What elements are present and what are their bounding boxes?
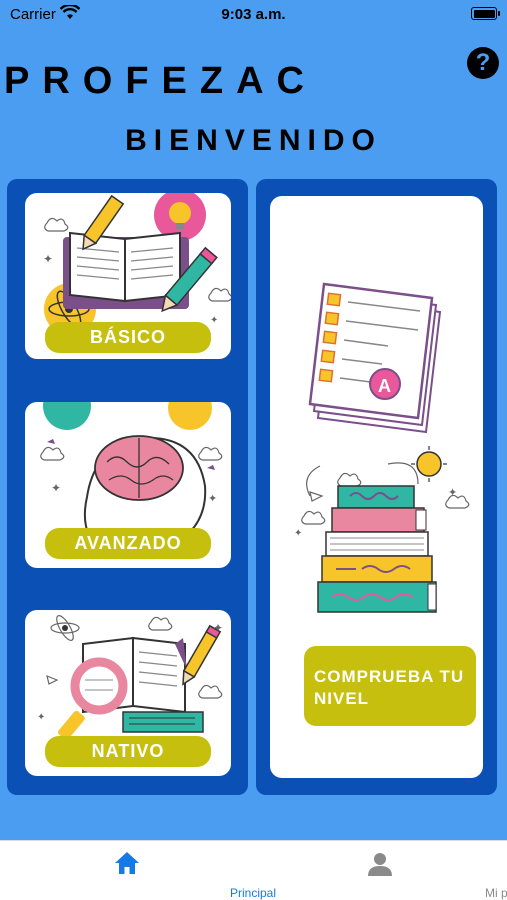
svg-text:✦: ✦ xyxy=(43,252,53,266)
svg-text:✦: ✦ xyxy=(294,528,302,539)
level-button-native[interactable]: NATIVO xyxy=(45,736,211,767)
svg-text:✦: ✦ xyxy=(213,621,223,635)
app-title: PROFEZAC xyxy=(4,60,317,102)
person-icon xyxy=(368,853,392,876)
help-icon[interactable]: ? xyxy=(467,47,499,79)
svg-text:✦: ✦ xyxy=(37,712,45,723)
test-panel: A ✦ ✦ ✦ xyxy=(256,179,497,795)
level-test-card[interactable]: A ✦ ✦ ✦ xyxy=(270,196,483,778)
home-icon xyxy=(115,852,139,874)
status-bar: Carrier 9:03 a.m. xyxy=(0,0,507,30)
svg-text:✦: ✦ xyxy=(448,487,457,499)
tab-principal[interactable]: Principal xyxy=(0,841,276,900)
level-card-basic[interactable]: ✦ ✦ BÁSICO xyxy=(25,193,231,359)
check-level-button[interactable]: COMPRUEBA TU NIVEL xyxy=(304,646,476,726)
levels-panel: ✦ ✦ BÁSICO ✦ ✦ AVANZADO ✦ ✦ NATIVO xyxy=(7,179,248,795)
level-card-native[interactable]: ✦ ✦ NATIVO xyxy=(25,610,231,776)
svg-text:✦: ✦ xyxy=(210,315,218,326)
level-button-basic[interactable]: BÁSICO xyxy=(45,322,211,353)
svg-text:✦: ✦ xyxy=(208,493,217,505)
level-card-advanced[interactable]: ✦ ✦ AVANZADO xyxy=(25,402,231,568)
svg-text:A: A xyxy=(378,376,391,396)
tab-bar: Principal Mi perfil xyxy=(0,840,507,900)
svg-text:✦: ✦ xyxy=(51,481,61,495)
level-button-advanced[interactable]: AVANZADO xyxy=(45,528,211,559)
tab-mi-perfil-label: Mi perfil xyxy=(484,886,507,900)
battery-icon xyxy=(471,7,500,20)
status-time: 9:03 a.m. xyxy=(221,6,286,23)
welcome-heading: BIENVENIDO xyxy=(125,124,382,157)
tab-mi-perfil[interactable]: Mi perfil xyxy=(253,841,507,900)
